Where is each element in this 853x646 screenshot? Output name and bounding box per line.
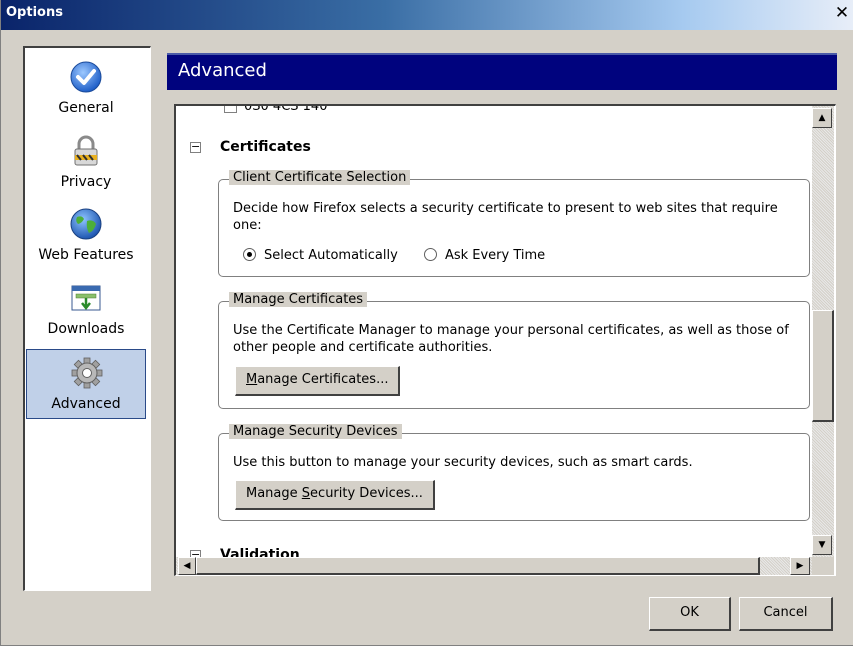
nav-item-general[interactable]: General	[26, 54, 146, 126]
certificate-selection-radios: Select Automatically Ask Every Time	[243, 248, 567, 263]
manage-security-devices-group: Manage Security Devices Use this button …	[218, 424, 810, 521]
manage-certificates-group: Manage Certificates Use the Certificate …	[218, 292, 810, 409]
window-title: Options	[6, 5, 63, 20]
ok-button[interactable]: OK	[649, 597, 731, 631]
options-nav: General Privacy Web Features Downloads A…	[23, 46, 151, 591]
download-window-icon	[71, 285, 101, 311]
scroll-down-icon[interactable]: ▼	[812, 535, 832, 555]
radio-ask-every-time[interactable]: Ask Every Time	[423, 248, 546, 263]
certificates-heading: Certificates	[220, 139, 311, 155]
nav-item-label: Web Features	[38, 247, 134, 263]
title-bar[interactable]: Options ✕	[1, 0, 853, 30]
close-icon[interactable]: ✕	[832, 5, 852, 25]
manage-certificates-button[interactable]: Manage Certificates...	[235, 366, 401, 396]
radio-button[interactable]	[423, 248, 437, 261]
group-legend: Manage Certificates	[229, 292, 368, 307]
advanced-content: 0S0 4CS 140 − Certificates Client Certif…	[176, 106, 812, 557]
nav-item-privacy[interactable]: Privacy	[26, 128, 146, 200]
checkmark-icon	[70, 61, 102, 93]
cancel-button[interactable]: Cancel	[739, 597, 833, 631]
group-description: Decide how Firefox selects a security ce…	[233, 201, 778, 233]
clipped-checkbox[interactable]	[224, 106, 237, 113]
collapse-icon[interactable]: −	[190, 141, 201, 153]
scroll-up-icon[interactable]: ▲	[812, 108, 832, 128]
nav-item-web-features[interactable]: Web Features	[26, 201, 146, 273]
group-legend: Client Certificate Selection	[229, 170, 411, 185]
gear-icon	[71, 357, 103, 389]
radio-select-automatically[interactable]: Select Automatically	[243, 248, 398, 263]
group-description: Use the Certificate Manager to manage yo…	[233, 323, 789, 355]
nav-item-label: Downloads	[47, 321, 125, 337]
group-legend: Manage Security Devices	[229, 424, 402, 439]
nav-item-downloads[interactable]: Downloads	[26, 275, 146, 347]
client-certificate-group: Client Certificate Selection Decide how …	[218, 170, 810, 277]
scroll-left-icon[interactable]: ◀	[178, 557, 196, 575]
nav-item-advanced[interactable]: Advanced	[26, 349, 146, 419]
group-description: Use this button to manage your security …	[233, 455, 693, 470]
padlock-icon	[74, 135, 98, 166]
advanced-scroll-pane[interactable]: 0S0 4CS 140 − Certificates Client Certif…	[174, 104, 836, 576]
scroll-corner	[812, 557, 834, 575]
globe-icon	[70, 208, 102, 240]
pane-title: Advanced	[178, 60, 267, 81]
pane-header: Advanced	[167, 53, 837, 90]
radio-button-checked[interactable]	[243, 248, 256, 261]
horizontal-scroll-thumb[interactable]	[196, 557, 760, 575]
clipped-text: 0S0 4CS 140	[244, 106, 328, 114]
vertical-scroll-thumb[interactable]	[812, 310, 834, 422]
nav-item-label: Privacy	[60, 174, 112, 190]
manage-security-devices-button[interactable]: Manage Security Devices...	[235, 480, 435, 510]
collapse-icon[interactable]: −	[190, 549, 201, 557]
nav-item-label: General	[58, 100, 114, 116]
horizontal-scrollbar[interactable]: ◀ ▶	[176, 557, 812, 575]
vertical-scrollbar[interactable]: ▲ ▼	[812, 106, 834, 557]
options-window: Options ✕ General Privacy Web Features D…	[0, 0, 853, 646]
radio-label: Select Automatically	[264, 248, 398, 263]
validation-heading: Validation	[220, 547, 300, 557]
nav-item-label: Advanced	[51, 396, 121, 412]
radio-label: Ask Every Time	[444, 248, 546, 263]
scroll-right-icon[interactable]: ▶	[790, 557, 810, 575]
